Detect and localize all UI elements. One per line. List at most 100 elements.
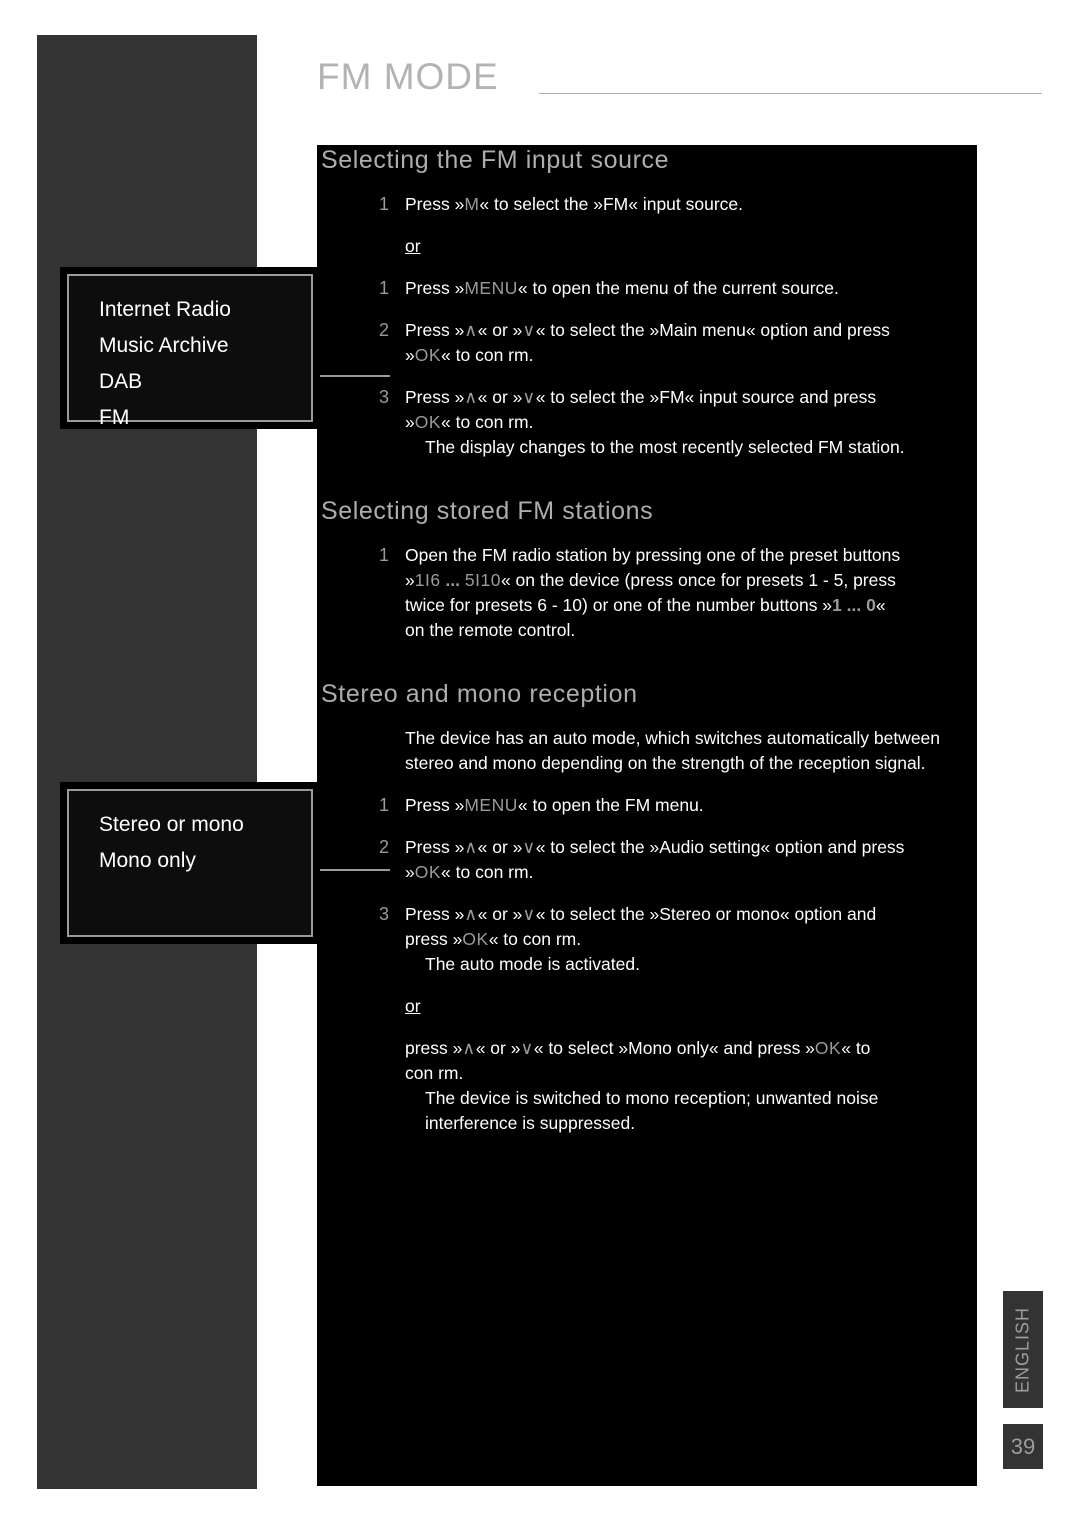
step-text-a: Press » xyxy=(405,904,465,924)
step-text-a: Press » xyxy=(405,194,465,214)
step-text-e: « to con rm. xyxy=(441,345,534,365)
step-result: The display changes to the most recently… xyxy=(425,437,905,457)
key-down-arrow: ∨ xyxy=(522,387,536,407)
alternative-instruction: press »∧« or »∨« to select »Mono only« a… xyxy=(317,1036,977,1061)
step-text-c: « to select the »Stereo or mono« option … xyxy=(535,904,877,924)
step-number: 2 xyxy=(379,837,390,857)
key-up-arrow: ∧ xyxy=(464,904,478,924)
section-heading-stored-fm-stations: Selecting stored FM stations xyxy=(321,497,654,525)
step-item: 2 Press »∧« or »∨« to select the »Audio … xyxy=(317,835,977,885)
step-text-b: « or » xyxy=(477,387,523,407)
key-m: M xyxy=(464,194,480,214)
step-text-d: » xyxy=(405,345,415,365)
step-text-d: press » xyxy=(405,929,463,949)
key-up-arrow: ∧ xyxy=(464,387,478,407)
key-ok: OK xyxy=(462,929,489,949)
step-number: 1 xyxy=(379,194,390,214)
screen-list-item: Stereo or mono xyxy=(99,813,244,836)
language-label: ENGLISH xyxy=(1012,1306,1033,1393)
screen-list-item: DAB xyxy=(99,370,143,393)
step-text-c: « to select the »Main menu« option and p… xyxy=(535,320,890,340)
key-down-arrow: ∨ xyxy=(522,904,536,924)
page-header: FM MODE xyxy=(317,55,1042,110)
key-ok: OK xyxy=(414,412,442,432)
section-intro-line-1: The device has an auto mode, which switc… xyxy=(405,728,941,748)
key-ok: OK xyxy=(414,862,442,882)
step-line-2: press »OK« to con rm. xyxy=(405,927,977,952)
page-title: FM MODE xyxy=(317,56,499,97)
section-intro-line-2: stereo and mono depending on the strengt… xyxy=(405,753,926,773)
quote-close: « xyxy=(875,595,886,615)
key-down-arrow: ∨ xyxy=(522,837,536,857)
key-menu: MENU xyxy=(464,278,518,298)
step-text-b: « or » xyxy=(477,904,523,924)
alt-text-b: « or » xyxy=(475,1038,521,1058)
alt-text-a: press » xyxy=(405,1038,463,1058)
display-callout-sources: Internet Radio Music Archive DAB FM xyxy=(60,267,320,429)
step-number: 1 xyxy=(379,795,390,815)
step-text-b: « to open the menu of the current source… xyxy=(517,278,839,298)
step-number: 1 xyxy=(379,545,390,565)
callout-connector-line xyxy=(320,869,390,871)
step-text-a: Press » xyxy=(405,837,465,857)
alt-text-e: con rm. xyxy=(405,1063,464,1083)
key-preset-5-10: 5I10 xyxy=(464,570,501,590)
step-text-a: Press » xyxy=(405,387,465,407)
step-number: 3 xyxy=(379,387,390,407)
screen-list-item: Music Archive xyxy=(99,334,229,357)
callout-connector-line xyxy=(320,375,390,377)
display-callout-audio-setting: Stereo or mono Mono only xyxy=(60,782,320,944)
step-text-d: » xyxy=(405,412,415,432)
step-number: 1 xyxy=(379,278,390,298)
step-number: 3 xyxy=(379,904,390,924)
key-down-arrow: ∨ xyxy=(522,320,536,340)
step-line-3: twice for presets 6 - 10) or one of the … xyxy=(405,593,977,618)
alt-result-line-2: interference is suppressed. xyxy=(425,1113,636,1133)
step-item: 1 Press »MENU« to open the FM menu. xyxy=(317,793,977,818)
step-line-4: on the remote control. xyxy=(405,620,576,640)
step-line-2: »1I6 ... 5I10« on the device (press once… xyxy=(405,568,977,593)
step-result: The auto mode is activated. xyxy=(425,954,640,974)
step-line-2: »OK« to con rm. xyxy=(405,410,977,435)
step-text-a: Press » xyxy=(405,795,465,815)
step-item: 3 Press »∧« or »∨« to select the »FM« in… xyxy=(317,385,977,435)
step-text-c: twice for presets 6 - 10) or one of the … xyxy=(405,595,833,615)
alt-text-c: « to select »Mono only« and press » xyxy=(533,1038,815,1058)
key-up-arrow: ∧ xyxy=(464,837,478,857)
or-separator: or xyxy=(405,996,421,1016)
quote-open: » xyxy=(405,570,415,590)
key-up-arrow: ∧ xyxy=(462,1038,476,1058)
step-item: 1 Press »MENU« to open the menu of the c… xyxy=(317,276,977,301)
key-up-arrow: ∧ xyxy=(464,320,478,340)
step-text-b: « to open the FM menu. xyxy=(517,795,704,815)
step-item: 2 Press »∧« or »∨« to select the »Main m… xyxy=(317,318,977,368)
step-text-b: « or » xyxy=(477,320,523,340)
device-screen: Internet Radio Music Archive DAB FM xyxy=(67,274,313,429)
step-line-1: Open the FM radio station by pressing on… xyxy=(405,545,901,565)
step-item: 1 Press »M« to select the »FM« input sou… xyxy=(317,192,977,217)
step-text-e: « to con rm. xyxy=(441,412,534,432)
language-tab: ENGLISH xyxy=(1003,1291,1043,1408)
step-text-b: « to select the »FM« input source. xyxy=(479,194,744,214)
section-heading-fm-input-source: Selecting the FM input source xyxy=(321,146,670,174)
page-number-tab: 39 xyxy=(1003,1424,1043,1469)
key-menu: MENU xyxy=(464,795,518,815)
step-text-e: « to con rm. xyxy=(488,929,582,949)
screen-list-item: Internet Radio xyxy=(99,298,231,321)
key-down-arrow: ∨ xyxy=(520,1038,534,1058)
left-accent-band xyxy=(37,35,257,1489)
alt-result-line-1: The device is switched to mono reception… xyxy=(425,1088,879,1108)
content-column: Selecting the FM input source 1 Press »M… xyxy=(317,145,977,1486)
key-ok: OK xyxy=(814,1038,842,1058)
step-item: 3 Press »∧« or »∨« to select the »Stereo… xyxy=(317,902,977,952)
step-text-a: Press » xyxy=(405,278,465,298)
step-line-2: »OK« to con rm. xyxy=(405,343,977,368)
header-rule xyxy=(539,93,1042,94)
step-item: 1 Open the FM radio station by pressing … xyxy=(317,543,977,643)
step-text-e: « to con rm. xyxy=(441,862,534,882)
step-text-c: « to select the »Audio setting« option a… xyxy=(535,837,905,857)
step-text-a: Press » xyxy=(405,320,465,340)
screen-list-item: FM xyxy=(99,406,130,429)
step-text-b: « or » xyxy=(477,837,523,857)
section-heading-stereo-mono-reception: Stereo and mono reception xyxy=(321,680,638,708)
